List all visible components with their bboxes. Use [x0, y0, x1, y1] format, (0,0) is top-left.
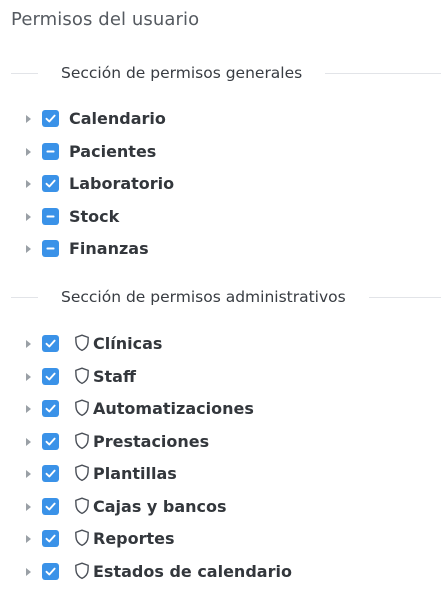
checkbox-indeterminate[interactable] — [42, 240, 59, 257]
divider-line — [11, 296, 38, 298]
permission-row[interactable]: Calendario — [0, 106, 441, 132]
caret-right-icon[interactable] — [23, 567, 33, 577]
permission-row[interactable]: Estados de calendario — [0, 559, 441, 585]
permission-label[interactable]: Laboratorio — [69, 174, 174, 193]
permission-row[interactable]: Staff — [0, 364, 441, 390]
permission-row[interactable]: Clínicas — [0, 331, 441, 357]
permission-label[interactable]: Prestaciones — [93, 432, 209, 451]
shield-icon — [74, 529, 90, 547]
permission-row[interactable]: Reportes — [0, 526, 441, 552]
checkbox-checked[interactable] — [42, 367, 59, 385]
permission-label[interactable]: Stock — [69, 207, 119, 226]
checkbox-checked[interactable] — [42, 400, 59, 417]
checkbox-indeterminate[interactable] — [42, 207, 59, 225]
permission-label[interactable]: Estados de calendario — [93, 562, 292, 581]
permission-row[interactable]: Laboratorio — [0, 171, 441, 197]
checkbox-checked[interactable] — [42, 110, 59, 127]
shield-icon — [74, 432, 90, 450]
permission-label[interactable]: Cajas y bancos — [93, 497, 227, 516]
checkbox-checked[interactable] — [42, 465, 59, 482]
divider-line — [325, 72, 441, 74]
caret-right-icon[interactable] — [23, 404, 33, 414]
permission-row[interactable]: Prestaciones — [0, 429, 441, 455]
caret-right-icon[interactable] — [23, 244, 33, 254]
permission-row[interactable]: Finanzas — [0, 236, 441, 262]
page-title: Permisos del usuario — [11, 9, 200, 30]
section-divider-admin: Sección de permisos administrativos — [11, 287, 441, 307]
permission-label[interactable]: Finanzas — [69, 239, 149, 258]
permission-row[interactable]: Stock — [0, 204, 441, 230]
permission-label[interactable]: Pacientes — [69, 142, 156, 161]
shield-icon — [74, 562, 90, 580]
checkbox-checked[interactable] — [42, 432, 59, 450]
permission-row[interactable]: Cajas y bancos — [0, 494, 441, 520]
permission-label[interactable]: Plantillas — [93, 464, 177, 483]
permission-label[interactable]: Staff — [93, 367, 136, 386]
section-heading-general: Sección de permisos generales — [61, 64, 303, 82]
caret-right-icon[interactable] — [23, 372, 33, 382]
section-divider-general: Sección de permisos generales — [11, 63, 441, 83]
section-heading-admin: Sección de permisos administrativos — [61, 288, 346, 306]
shield-icon — [74, 367, 90, 385]
permission-label[interactable]: Reportes — [93, 529, 175, 548]
caret-right-icon[interactable] — [23, 502, 33, 512]
caret-right-icon[interactable] — [23, 114, 33, 124]
caret-right-icon[interactable] — [23, 147, 33, 157]
divider-line — [11, 72, 38, 74]
caret-right-icon[interactable] — [23, 437, 33, 447]
checkbox-checked[interactable] — [42, 335, 59, 352]
checkbox-checked[interactable] — [42, 175, 59, 192]
shield-icon — [74, 497, 90, 515]
permission-row[interactable]: Automatizaciones — [0, 396, 441, 422]
divider-line — [368, 296, 441, 298]
permission-label[interactable]: Calendario — [69, 109, 166, 128]
caret-right-icon[interactable] — [23, 212, 33, 222]
permission-row[interactable]: Plantillas — [0, 461, 441, 487]
caret-right-icon[interactable] — [23, 469, 33, 479]
caret-right-icon[interactable] — [23, 339, 33, 349]
checkbox-indeterminate[interactable] — [42, 142, 59, 160]
checkbox-checked[interactable] — [42, 530, 59, 547]
caret-right-icon[interactable] — [23, 534, 33, 544]
caret-right-icon[interactable] — [23, 179, 33, 189]
checkbox-checked[interactable] — [42, 562, 59, 580]
permission-row[interactable]: Pacientes — [0, 139, 441, 165]
shield-icon — [74, 464, 90, 482]
shield-icon — [74, 334, 90, 352]
permission-label[interactable]: Automatizaciones — [93, 399, 254, 418]
permission-label[interactable]: Clínicas — [93, 334, 162, 353]
shield-icon — [74, 399, 90, 417]
checkbox-checked[interactable] — [42, 497, 59, 515]
